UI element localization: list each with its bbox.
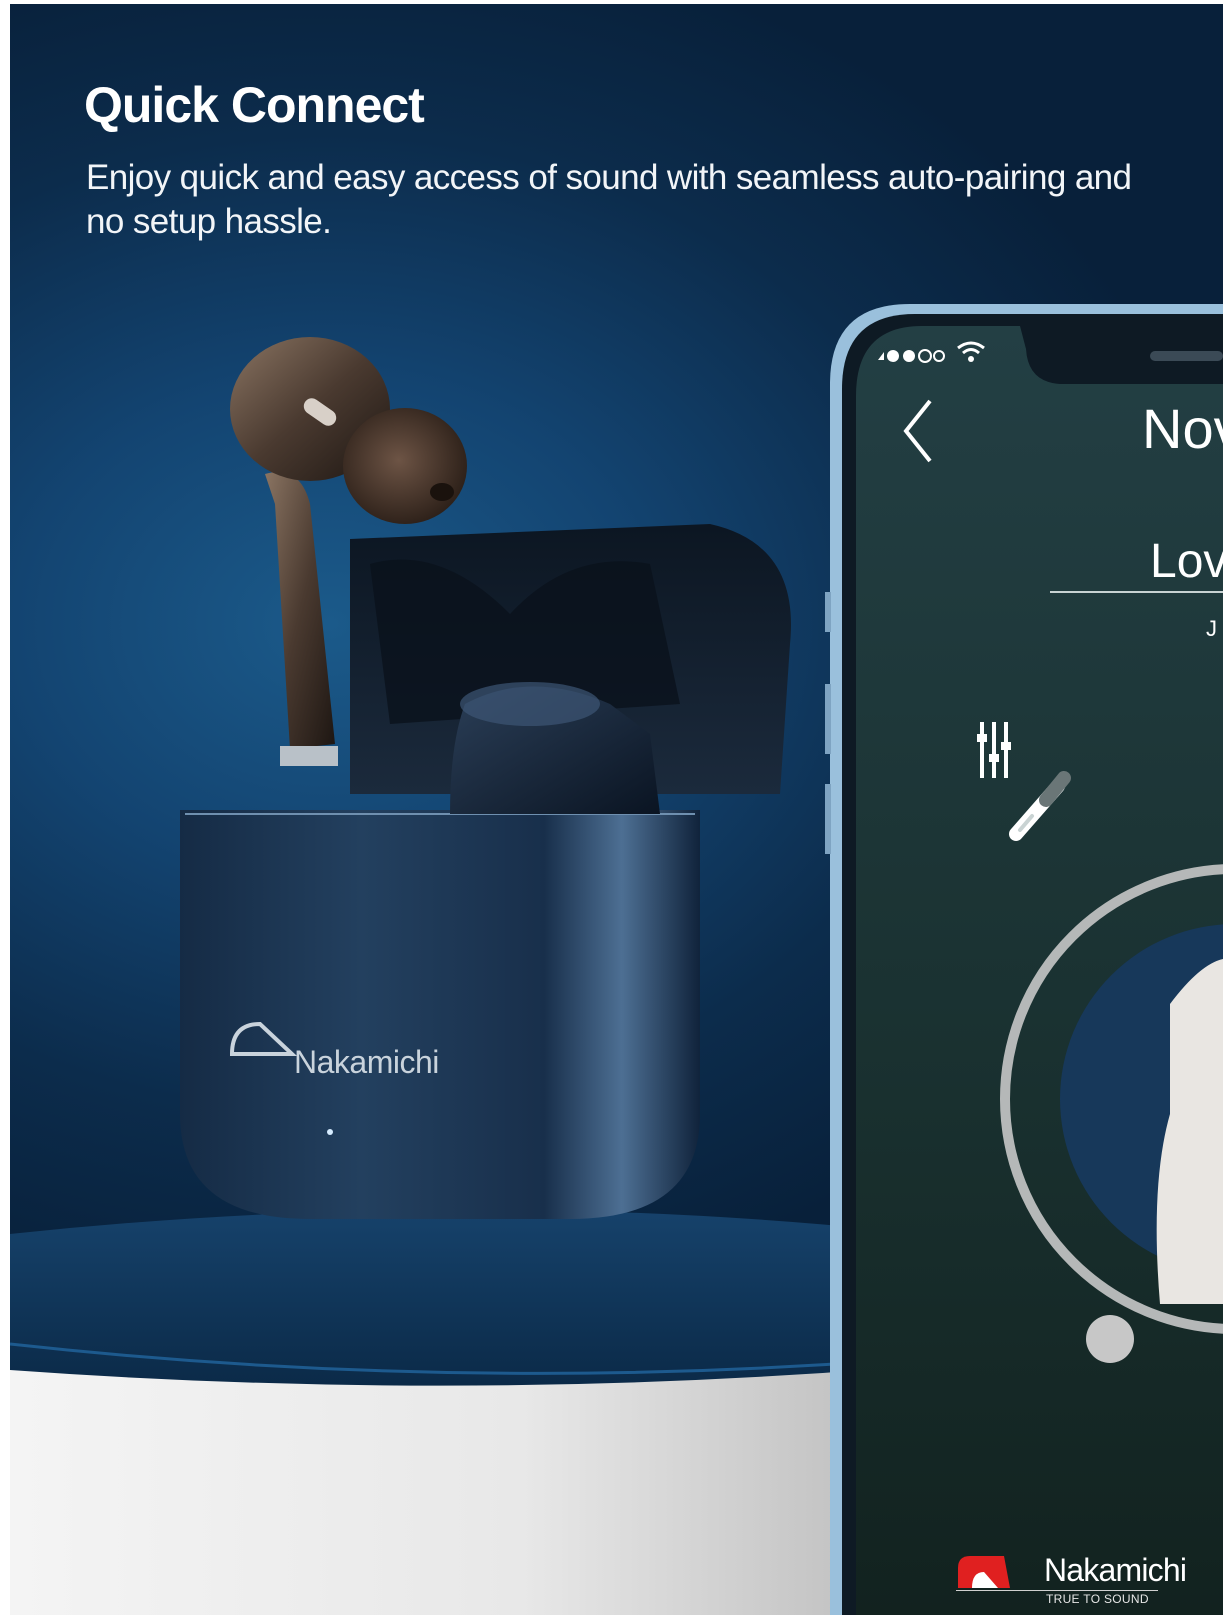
brand-divider (956, 1590, 1158, 1591)
brand-logo-mark (958, 1556, 1010, 1588)
brand-name: Nakamichi (1044, 1552, 1187, 1588)
brand-tagline: TRUE TO SOUND (1046, 1592, 1149, 1606)
product-scene: Quick Connect Enjoy quick and easy acces… (10, 4, 1223, 1615)
back-chevron-icon[interactable] (900, 396, 940, 466)
now-playing-title: Nov (1142, 397, 1223, 460)
song-title: Lov (1150, 535, 1223, 588)
artist-name: J (1206, 616, 1217, 641)
subheadline: Enjoy quick and easy access of sound wit… (86, 158, 1132, 241)
case-logo-text: Nakamichi (294, 1044, 439, 1080)
wifi-icon (957, 341, 985, 362)
earbud-icon[interactable] (1002, 768, 1082, 848)
signal-dots-icon (878, 349, 945, 363)
headline: Quick Connect (84, 77, 425, 133)
